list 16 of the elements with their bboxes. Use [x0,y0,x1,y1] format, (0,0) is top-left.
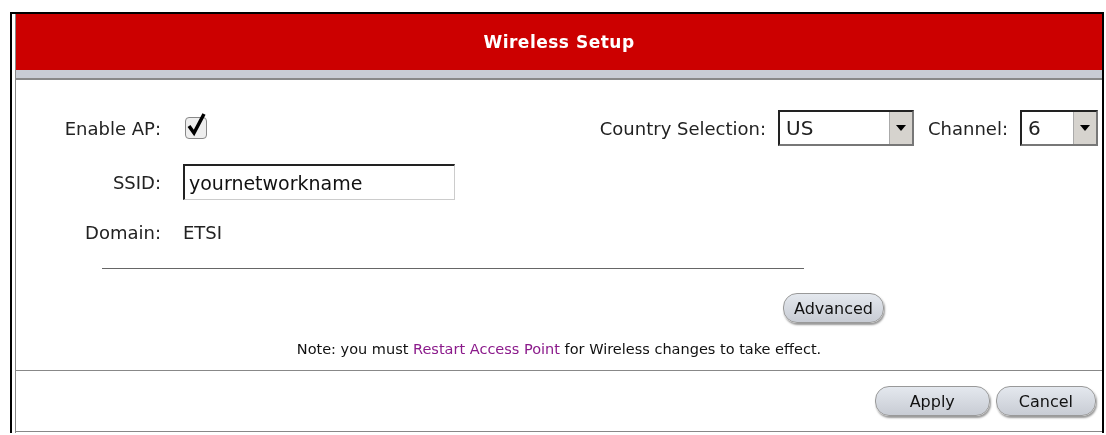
cancel-button[interactable]: Cancel [995,386,1096,416]
domain-value: ETSI [183,221,223,243]
apply-button[interactable]: Apply [874,386,990,416]
checkbox[interactable] [185,111,209,139]
field-label: Domain: [84,221,162,243]
field-label: Channel: [928,117,1008,139]
ssid-field[interactable]: yournetworkname [183,164,455,200]
advanced-button[interactable]: Advanced [782,293,884,323]
field-label: SSID: [111,171,162,193]
field-label: Enable AP: [63,117,162,139]
restart-link[interactable]: Restart Access Point [413,341,560,357]
channel-select[interactable]: 6 [1020,110,1098,146]
note-text: Note: you must Restart Access Point for Wireless changes to take effect. [295,341,823,357]
field-label: Country Selection: [599,117,767,139]
country-select[interactable]: US [778,110,915,146]
page-title: Wireless Setup [483,32,635,52]
